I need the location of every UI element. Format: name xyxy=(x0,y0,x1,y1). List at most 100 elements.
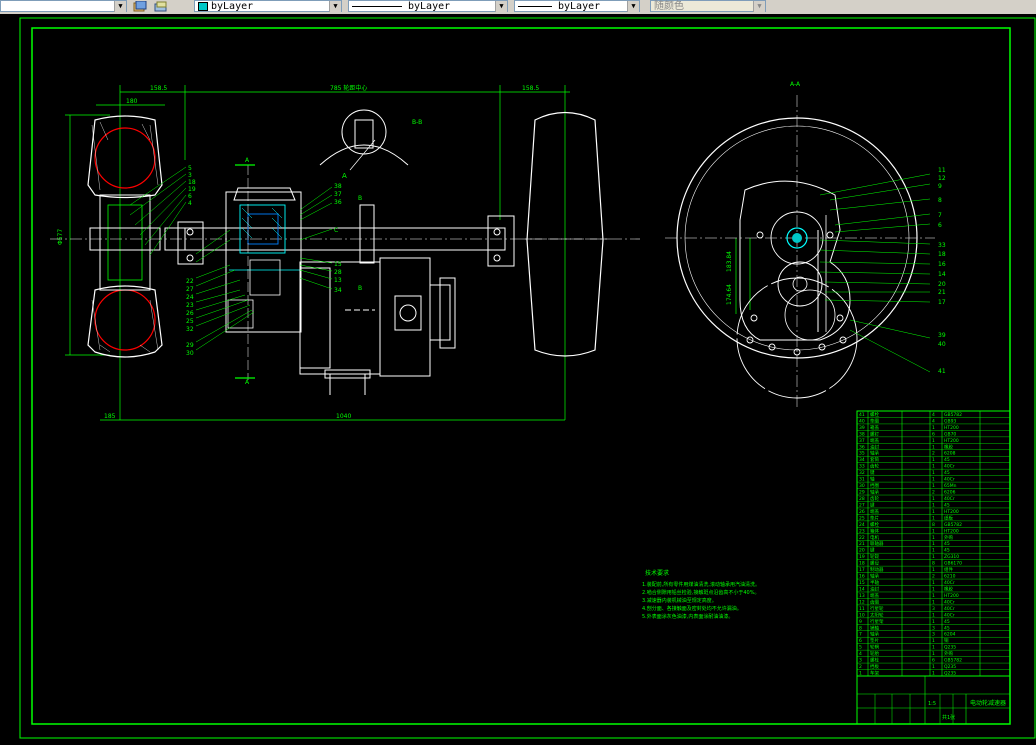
balloon-label: 19 xyxy=(188,186,196,193)
chevron-down-icon[interactable]: ▼ xyxy=(495,1,507,12)
bom-cell: 半轴 xyxy=(870,579,879,586)
bom-cell: 太阳轮 xyxy=(870,611,884,618)
dim-bottom-span: 1040 xyxy=(336,413,351,420)
balloon-label: 14 xyxy=(938,271,946,278)
layer-control[interactable]: ▼ xyxy=(0,0,127,12)
bom-cell: 21 xyxy=(859,541,865,547)
chevron-down-icon[interactable]: ▼ xyxy=(114,1,126,12)
bom-cell: HT200 xyxy=(944,528,959,534)
properties-toolbar: ▼ byLayer ▼ byLayer ▼ byLayer ▼ 随颜色 ▼ xyxy=(0,0,1036,15)
bom-cell: 16 xyxy=(859,574,865,580)
bom-cell: 38 xyxy=(859,431,865,437)
bom-cell: 37 xyxy=(859,438,865,444)
bom-cell: 22 xyxy=(859,535,865,541)
bom-cell: 垫片 xyxy=(870,514,879,521)
bom-cell: 行星架 xyxy=(870,618,884,625)
bom-cell: 20 xyxy=(859,548,865,554)
bom-cell: 螺母 xyxy=(870,560,879,567)
chevron-down-icon[interactable]: ▼ xyxy=(753,1,765,12)
bom-cell: 1 xyxy=(932,502,935,508)
bom-cell: 3 xyxy=(932,606,935,612)
drawing-name: 电动轮减速器 xyxy=(970,699,1006,707)
bom-cell: 40Cr xyxy=(944,606,955,612)
lineweight-control[interactable]: byLayer ▼ xyxy=(514,0,640,12)
color-control[interactable]: byLayer ▼ xyxy=(194,0,342,12)
dim-bottom-left: 185 xyxy=(104,413,116,420)
bom-cell: 40Cr xyxy=(944,464,955,470)
bom-cell: 1 xyxy=(932,664,935,670)
bom-cell: 23 xyxy=(859,528,865,534)
note-line: 4.剖分面、各接触面及密封处均不允许漏油。 xyxy=(642,605,742,612)
balloon-label: 33 xyxy=(938,242,946,249)
plotstyle-control-value: 随颜色 xyxy=(654,1,684,12)
balloon-label: 36 xyxy=(334,199,342,206)
balloon-label: 40 xyxy=(938,341,946,348)
bom-cell: 8 xyxy=(859,625,862,631)
balloon-label: 13 xyxy=(334,277,342,284)
bom-cell: 40Cr xyxy=(944,599,955,605)
bom-cell: 1 xyxy=(932,464,935,470)
bom-cell: 垫片 xyxy=(870,637,879,644)
title-block: 电动轮减速器 1:5 共1张 xyxy=(856,675,1011,725)
dim-top-right: 158.5 xyxy=(522,85,539,92)
dimension-lines xyxy=(65,85,751,421)
bom-cell: 5 xyxy=(859,645,862,651)
bom-cell: 外购 xyxy=(944,534,953,541)
chevron-down-icon[interactable]: ▼ xyxy=(627,1,639,12)
bom-cell: 挡圈 xyxy=(870,482,879,489)
bom-cell: 联轴器 xyxy=(870,540,884,547)
bom-cell: 10 xyxy=(859,612,865,618)
bom-cell: 65Mn xyxy=(944,483,957,489)
balloon-label: 6 xyxy=(938,222,942,229)
bom-cell: 9 xyxy=(859,619,862,625)
bom-cell: GB5782 xyxy=(944,658,962,664)
bom-cell: 24 xyxy=(859,522,865,528)
bom-cell: 1 xyxy=(932,541,935,547)
balloon-label: 4 xyxy=(188,200,192,207)
bom-cell: 45 xyxy=(944,470,950,476)
right-wheel-side xyxy=(522,111,610,357)
bom-cell: 6 xyxy=(932,658,935,664)
bom-cell: 箱盖 xyxy=(870,424,879,431)
chevron-down-icon[interactable]: ▼ xyxy=(329,1,341,12)
bom-cell: 6206 xyxy=(944,490,956,496)
bom-cell: 33 xyxy=(859,464,865,470)
balloon-label: 22 xyxy=(186,278,194,285)
balloon-label: 16 xyxy=(938,261,946,268)
bom-cell: 轴承 xyxy=(870,450,879,457)
bom-cell: 29 xyxy=(859,490,865,496)
layer-previous-icon[interactable] xyxy=(154,0,168,12)
bom-cell: 1 xyxy=(932,554,935,560)
balloons-right: 11 12 9 8 7 6 33 18 16 14 20 21 17 39 40… xyxy=(938,167,946,375)
section-b-bottom-label: B xyxy=(358,285,362,292)
bom-cell: 轴承 xyxy=(870,631,879,638)
layer-states-icon[interactable] xyxy=(133,0,147,12)
linetype-control-value: byLayer xyxy=(408,1,451,12)
section-b-top-label: B xyxy=(358,195,362,202)
bom-cell: 轮辋 xyxy=(870,644,879,651)
bom-cell: 箱体 xyxy=(870,527,879,534)
bom-cell: GB93 xyxy=(944,418,956,424)
notes-title: 技术要求 xyxy=(645,569,669,577)
bom-cell: 1 xyxy=(932,515,935,521)
axle-assembly xyxy=(164,204,515,267)
bom-cell: 螺栓 xyxy=(870,521,879,528)
linetype-control[interactable]: byLayer ▼ xyxy=(348,0,508,12)
bom-cell: 45 xyxy=(944,457,950,463)
bom-cell: 铜 xyxy=(944,637,949,644)
bom-cell: GB70 xyxy=(944,431,956,437)
bom-cell: 40Cr xyxy=(944,612,955,618)
bom-cell: 轮毂 xyxy=(870,553,879,560)
motor xyxy=(299,257,456,395)
plotstyle-control[interactable]: 随颜色 ▼ xyxy=(650,0,766,12)
section-aa-view-label: A-A xyxy=(790,81,801,88)
drawing-canvas[interactable]: 158.5 785 轮距中心 158.5 180 Φ577 185 1040 1… xyxy=(0,14,1036,740)
drawing-scale: 1:5 xyxy=(928,701,936,707)
balloon-label: 17 xyxy=(938,299,946,306)
bom-cell: 3 xyxy=(932,625,935,631)
bom-cell: 轮胎 xyxy=(870,650,879,657)
bom-cell: 40 xyxy=(859,418,865,424)
bom-cell: 15 xyxy=(859,580,865,586)
bom-cell: 45 xyxy=(944,541,950,547)
color-swatch-icon xyxy=(198,1,208,11)
